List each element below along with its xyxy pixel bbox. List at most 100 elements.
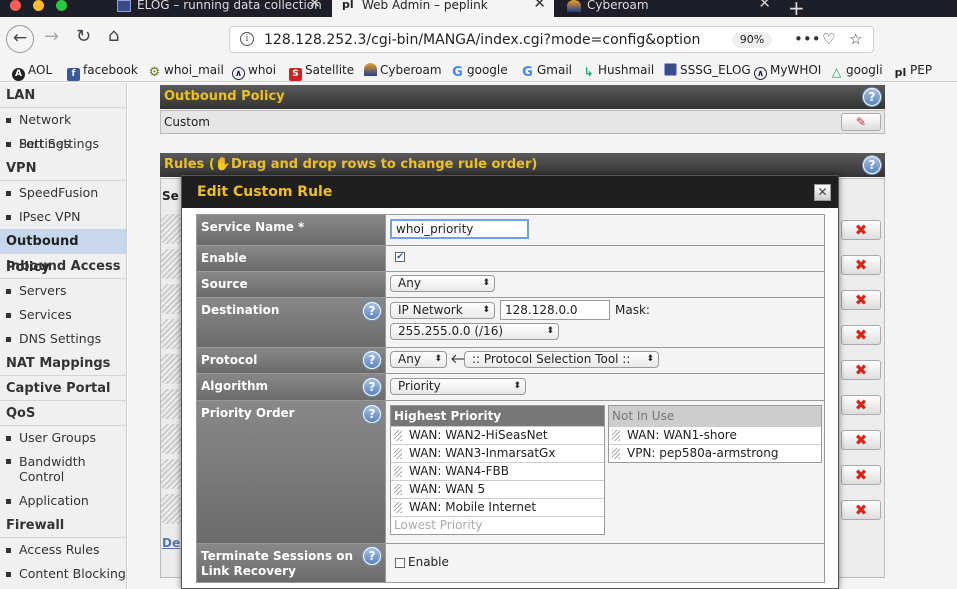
close-tab-icon[interactable]: ✕	[758, 0, 771, 11]
drag-handle-icon[interactable]	[161, 494, 181, 524]
url-bar[interactable]: i 128.128.252.3/cgi-bin/MANGA/index.cgi?…	[229, 26, 874, 53]
drag-handle-icon[interactable]	[161, 249, 181, 279]
help-icon[interactable]: ?	[863, 88, 881, 106]
destination-help-icon[interactable]: ?	[363, 302, 381, 320]
delete-rule-button[interactable]: ✖	[841, 220, 881, 240]
close-tab-icon[interactable]: ✕	[308, 0, 321, 11]
priority-item[interactable]: WAN: Mobile Internet	[391, 498, 604, 516]
bookmark-star-icon[interactable]: ☆	[849, 30, 862, 48]
drag-handle-icon[interactable]	[161, 319, 181, 349]
help-icon[interactable]: ?	[863, 156, 881, 174]
not-in-use-item[interactable]: VPN: pep580a-armstrong	[609, 444, 821, 462]
drag-handle-icon[interactable]	[161, 459, 181, 489]
bookmark-sssg-elog[interactable]: SSSG_ELOG	[664, 63, 751, 77]
bookmark-satellite[interactable]: S Satellite	[289, 63, 354, 81]
bookmark-whoi-mail[interactable]: ⚙ whoi_mail	[148, 63, 224, 79]
sidebar-item-bandwidth-control[interactable]: Bandwidth Control	[0, 450, 126, 489]
rules-bottom-link[interactable]: De	[162, 536, 180, 550]
sidebar-item-servers[interactable]: Servers	[0, 279, 126, 303]
tab-cyberoam[interactable]: Cyberoam ✕	[557, 0, 779, 17]
bookmark-googli[interactable]: △ googli	[830, 63, 883, 79]
priority-item[interactable]: WAN: WAN2-HiSeasNet	[391, 426, 604, 444]
bookmark-mywhoi[interactable]: ∧ MyWHOI	[754, 63, 821, 80]
edit-icon[interactable]: ✎	[841, 113, 881, 131]
sidebar-group-captive-portal[interactable]: Captive Portal	[0, 376, 126, 401]
bookmark-cyberoam[interactable]: Cyberoam	[364, 63, 442, 77]
protocol-select[interactable]: Any	[390, 351, 447, 368]
sidebar-group-vpn[interactable]: VPN	[0, 156, 126, 181]
bookmark-pep[interactable]: pl PEP	[894, 63, 932, 79]
terminate-sessions-enable-label: Enable	[408, 555, 449, 569]
terminate-sessions-checkbox[interactable]	[395, 558, 405, 568]
bookmark-facebook[interactable]: f facebook	[67, 63, 138, 81]
delete-rule-button[interactable]: ✖	[841, 430, 881, 450]
delete-rule-button[interactable]: ✖	[841, 500, 881, 520]
service-name-input[interactable]: whoi_priority	[390, 219, 529, 239]
algorithm-select[interactable]: Priority	[390, 378, 526, 395]
priority-item[interactable]: WAN: WAN 5	[391, 480, 604, 498]
not-in-use-item[interactable]: WAN: WAN1-shore	[609, 426, 821, 444]
priority-order-help-icon[interactable]: ?	[363, 405, 381, 423]
bookmark-aol[interactable]: A AOL	[12, 63, 52, 81]
drag-handle-icon[interactable]	[161, 284, 181, 314]
sidebar-item-access-rules[interactable]: Access Rules	[0, 538, 126, 562]
sidebar-item-ipsec-vpn[interactable]: IPsec VPN	[0, 205, 126, 229]
terminate-sessions-help-icon[interactable]: ?	[363, 547, 381, 565]
drag-handle-icon[interactable]	[161, 424, 181, 454]
sidebar-item-speedfusion[interactable]: SpeedFusion	[0, 181, 126, 205]
delete-rule-button[interactable]: ✖	[841, 465, 881, 485]
home-icon[interactable]: ⌂	[108, 25, 119, 46]
sidebar-item-services[interactable]: Services	[0, 303, 126, 327]
bookmark-google[interactable]: Ggoogle	[451, 63, 507, 79]
reload-icon[interactable]: ↻	[76, 26, 91, 47]
delete-rule-button[interactable]: ✖	[841, 360, 881, 380]
priority-item[interactable]: WAN: WAN4-FBB	[391, 462, 604, 480]
sidebar-item-content-blocking[interactable]: Content Blocking	[0, 562, 126, 586]
destination-type-select[interactable]: IP Network	[390, 302, 495, 319]
close-tab-icon[interactable]: ✕	[533, 0, 546, 11]
delete-rule-button[interactable]: ✖	[841, 395, 881, 415]
delete-rule-button[interactable]: ✖	[841, 290, 881, 310]
minimize-window-button[interactable]	[33, 0, 44, 11]
delete-rule-button[interactable]: ✖	[841, 255, 881, 275]
tab-web-admin[interactable]: pl Web Admin – peplink ✕	[332, 0, 554, 17]
sidebar-item-user-groups[interactable]: User Groups	[0, 426, 126, 450]
bookmark-gmail[interactable]: G Gmail	[521, 63, 572, 79]
sidebar-item-port-settings[interactable]: Port Settings	[0, 132, 126, 156]
tab-elog[interactable]: ELOG – running data collection ✕	[107, 0, 329, 17]
sidebar-group-inbound-access[interactable]: Inbound Access	[0, 254, 126, 279]
drag-handle-icon[interactable]	[161, 389, 181, 419]
drag-handle-icon[interactable]	[161, 354, 181, 384]
destination-row: Destination IP Network 128.128.0.0 Mask:…	[197, 298, 824, 348]
sidebar-group-firewall[interactable]: Firewall	[0, 513, 126, 538]
source-select[interactable]: Any	[390, 275, 495, 292]
destination-ip-input[interactable]: 128.128.0.0	[500, 300, 610, 320]
close-dialog-button[interactable]: ✕	[814, 184, 831, 201]
sidebar-group-outbound-policy[interactable]: Outbound Policy	[0, 229, 126, 275]
page-actions-icon[interactable]: •••	[794, 30, 821, 48]
mask-select[interactable]: 255.255.0.0 (/16)	[390, 323, 559, 340]
bookmark-whoi[interactable]: ∧ whoi	[232, 63, 276, 80]
drag-handle-icon[interactable]	[161, 214, 181, 244]
bookmark-hushmail[interactable]: ↳ Hushmail	[582, 63, 654, 79]
sidebar-item-dns-settings[interactable]: DNS Settings	[0, 327, 126, 351]
delete-rule-button[interactable]: ✖	[841, 325, 881, 345]
pocket-icon[interactable]: ♡	[822, 30, 835, 48]
protocol-selection-tool-select[interactable]: :: Protocol Selection Tool ::	[464, 351, 659, 368]
site-info-icon[interactable]: i	[240, 32, 254, 46]
sidebar-group-qos[interactable]: QoS	[0, 401, 126, 426]
forward-button[interactable]: →	[44, 26, 59, 47]
enable-checkbox[interactable]: ✔	[395, 252, 405, 262]
close-window-button[interactable]	[10, 0, 21, 11]
back-button[interactable]: ←	[6, 25, 34, 53]
sidebar-item-network-settings[interactable]: Network Settings	[0, 108, 126, 151]
zoom-window-button[interactable]	[56, 0, 67, 11]
hushmail-icon: ↳	[583, 65, 594, 79]
algorithm-help-icon[interactable]: ?	[363, 378, 381, 396]
sidebar-item-application[interactable]: Application	[0, 489, 126, 513]
priority-item[interactable]: WAN: WAN3-InmarsatGx	[391, 444, 604, 462]
sidebar-group-nat-mappings[interactable]: NAT Mappings	[0, 351, 126, 376]
zoom-level[interactable]: 90%	[732, 32, 772, 48]
protocol-help-icon[interactable]: ?	[363, 351, 381, 369]
sidebar-group-lan[interactable]: LAN	[0, 83, 126, 108]
